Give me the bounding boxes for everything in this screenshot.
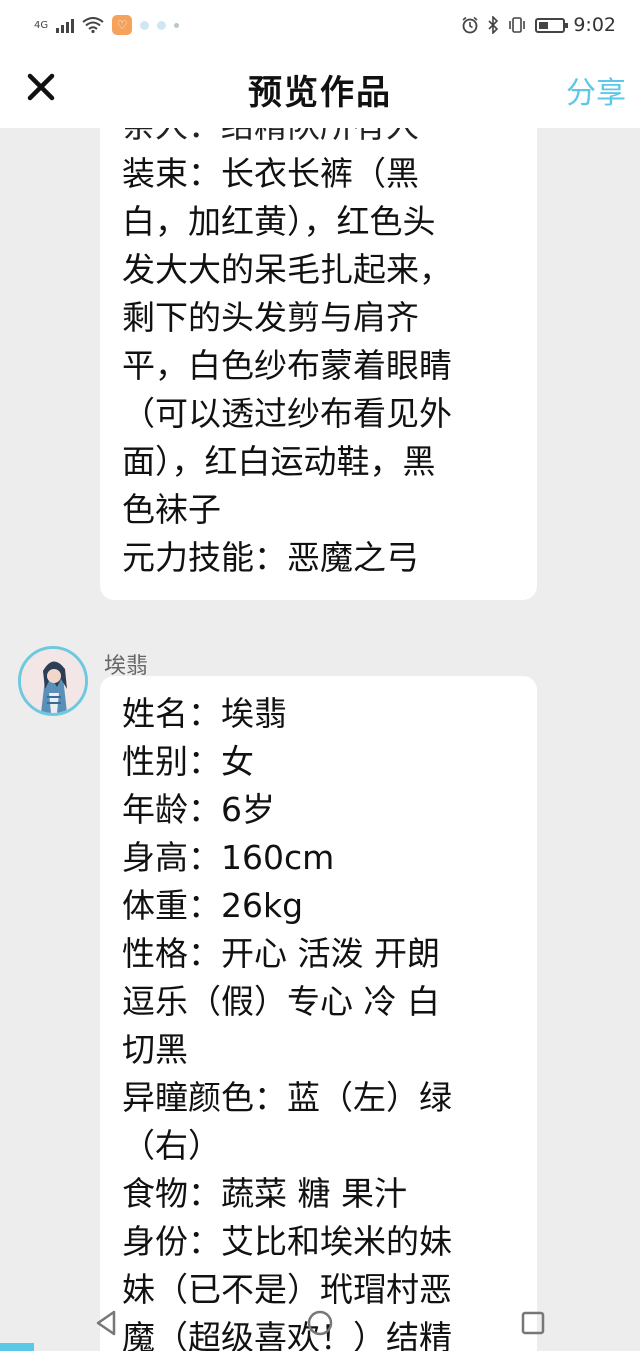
text-line: 异瞳颜色：蓝（左）绿 <box>122 1078 452 1117</box>
text-line: （可以透过纱布看见外 <box>122 394 452 433</box>
close-icon[interactable] <box>22 68 60 106</box>
system-navigation-bar <box>0 1295 640 1351</box>
message-bubble: 亲人：结精队所有人 装束：长衣长裤（黑 白，加红黄），红色头 发大大的呆毛扎起来… <box>100 128 537 600</box>
text-line: 白，加红黄），红色头 <box>122 202 436 241</box>
avatar-image <box>21 649 85 713</box>
app-notification-icon: ♡ <box>112 15 133 35</box>
battery-icon <box>535 17 569 33</box>
network-type: 4G <box>34 19 49 31</box>
status-left: 4G ♡ <box>34 15 180 35</box>
status-right: 9:02 <box>461 14 616 36</box>
share-button[interactable]: 分享 <box>566 68 626 112</box>
text-line: 面），红白运动鞋，黑 <box>122 442 436 481</box>
text-line: 平，白色纱布蒙着眼睛 <box>122 346 452 385</box>
back-icon[interactable] <box>87 1303 127 1343</box>
recents-icon[interactable] <box>513 1303 553 1343</box>
text-line: 体重：26kg <box>122 886 304 925</box>
text-line: 切黑 <box>122 1030 188 1069</box>
text-line: 性格：开心 活泼 开朗 <box>122 934 440 973</box>
status-bar: 4G ♡ 9:02 <box>0 0 640 50</box>
text-line: （右） <box>122 1126 221 1165</box>
text-line: 身份：艾比和埃米的妹 <box>122 1222 452 1261</box>
top-navbar: 预览作品 分享 <box>0 50 640 128</box>
clock: 9:02 <box>573 14 616 36</box>
text-line: 身高：160cm <box>122 838 335 877</box>
notification-dot-icon <box>157 20 167 30</box>
notification-dot-icon <box>174 22 180 28</box>
edge-indicator <box>0 1343 34 1351</box>
text-line: 亲人：结精队所有人 <box>122 128 515 150</box>
home-icon[interactable] <box>300 1303 340 1343</box>
text-line: 逗乐（假）专心 冷 白 <box>122 982 440 1021</box>
text-line: 食物：蔬菜 糖 果汁 <box>122 1174 407 1213</box>
text-line: 姓名：埃翡 <box>122 694 287 733</box>
notification-dot-icon <box>140 20 150 30</box>
avatar[interactable] <box>18 646 88 716</box>
text-line: 色袜子 <box>122 490 221 529</box>
bluetooth-icon <box>488 16 499 34</box>
wifi-icon <box>82 17 104 33</box>
text-line: 性别：女 <box>122 742 254 781</box>
text-line: 年龄：6岁 <box>122 790 275 829</box>
signal-icon <box>56 17 75 33</box>
text-line: 剩下的头发剪与肩齐 <box>122 298 419 337</box>
preview-content[interactable]: 亲人：结精队所有人 装束：长衣长裤（黑 白，加红黄），红色头 发大大的呆毛扎起来… <box>0 128 640 1351</box>
text-line: 发大大的呆毛扎起来， <box>122 250 452 289</box>
text-line: 装束：长衣长裤（黑 <box>122 154 419 193</box>
message-bubble: 姓名：埃翡 性别：女 年龄：6岁 身高：160cm 体重：26kg 性格：开心 … <box>100 676 537 1351</box>
alarm-icon <box>462 16 478 34</box>
text-line: 元力技能：恶魔之弓 <box>122 538 419 577</box>
vibrate-icon <box>509 17 526 33</box>
page-title: 预览作品 <box>248 72 392 113</box>
